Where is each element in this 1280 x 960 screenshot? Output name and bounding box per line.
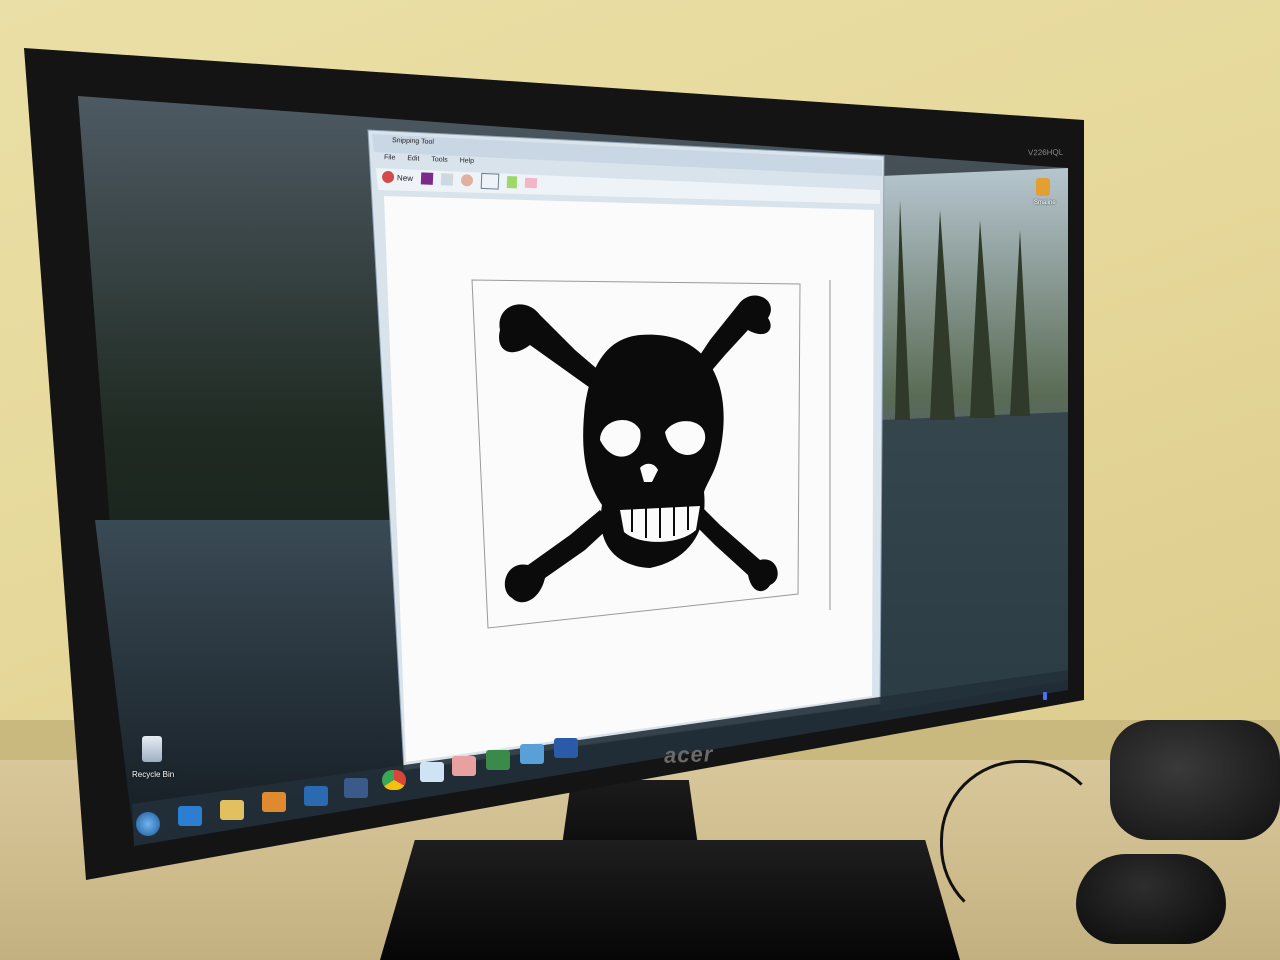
- menu-edit[interactable]: Edit: [407, 155, 419, 162]
- copy-icon[interactable]: [440, 173, 454, 186]
- recycle-bin-icon[interactable]: [142, 736, 162, 762]
- outlook-icon[interactable]: [304, 786, 328, 806]
- notepad-icon[interactable]: [420, 762, 444, 782]
- menu-help[interactable]: Help: [460, 157, 475, 165]
- media-player-icon[interactable]: [262, 792, 286, 812]
- project-icon[interactable]: [486, 750, 510, 770]
- snipping-tool-icon[interactable]: [452, 756, 476, 776]
- start-orb-icon[interactable]: [136, 812, 160, 836]
- wallpaper-water-right: [880, 412, 1068, 712]
- desktop-shortcut-label: Smaline: [1034, 200, 1056, 206]
- cable: [940, 760, 1106, 926]
- file-explorer-icon[interactable]: [220, 800, 244, 820]
- menu-tools[interactable]: Tools: [431, 156, 448, 164]
- recycle-bin-label: Recycle Bin: [132, 770, 175, 779]
- send-snip-icon[interactable]: [460, 174, 474, 187]
- scissors-icon: [381, 170, 395, 184]
- eraser-icon[interactable]: [524, 177, 538, 189]
- photo-viewer-icon[interactable]: [520, 744, 544, 764]
- desktop-shortcut-icon[interactable]: [1036, 178, 1050, 196]
- pen-icon[interactable]: [480, 172, 500, 190]
- new-button[interactable]: New: [381, 170, 414, 184]
- chrome-icon[interactable]: [382, 770, 406, 790]
- monitor-brand-logo: acer: [663, 741, 714, 768]
- new-button-label: New: [396, 172, 414, 183]
- headphones: [1110, 720, 1280, 840]
- monitor-model-label: V226HQL: [1027, 147, 1064, 158]
- wifi-icon[interactable]: [344, 778, 368, 798]
- menu-file[interactable]: File: [384, 154, 396, 161]
- internet-explorer-icon[interactable]: [178, 806, 202, 826]
- word-icon[interactable]: [554, 738, 578, 758]
- save-icon[interactable]: [420, 172, 434, 185]
- power-led[interactable]: [1043, 692, 1047, 700]
- highlighter-icon[interactable]: [506, 175, 518, 189]
